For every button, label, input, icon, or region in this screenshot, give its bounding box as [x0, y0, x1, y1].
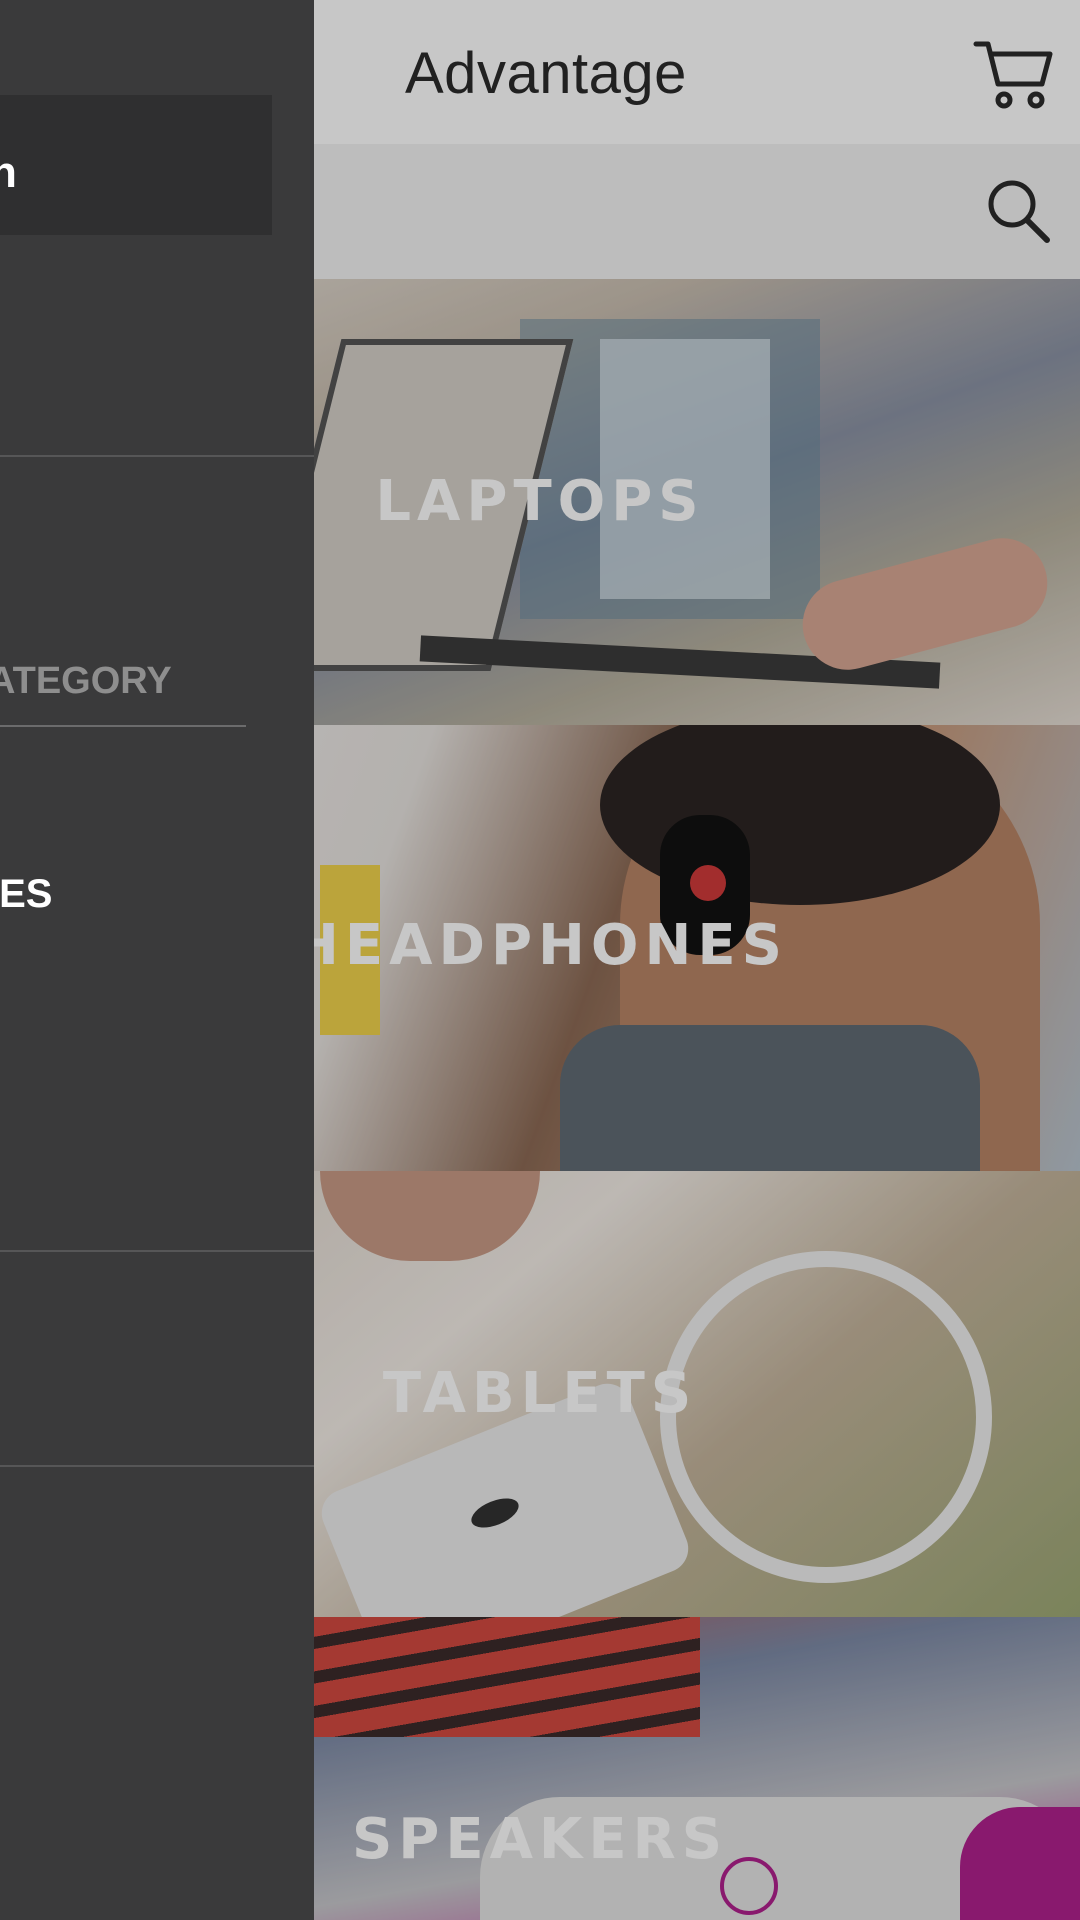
drawer-divider — [0, 1465, 314, 1467]
drawer-header-text: n — [0, 148, 17, 197]
drawer-header[interactable] — [0, 95, 272, 235]
category-filter-label: ATEGORY — [0, 660, 172, 702]
drawer-divider — [0, 455, 314, 457]
category-filter-underline — [0, 725, 246, 727]
drawer-item-selected[interactable]: IES — [0, 872, 52, 917]
drawer-divider — [0, 1250, 314, 1252]
navigation-drawer: n ATEGORY IES — [0, 0, 314, 1920]
